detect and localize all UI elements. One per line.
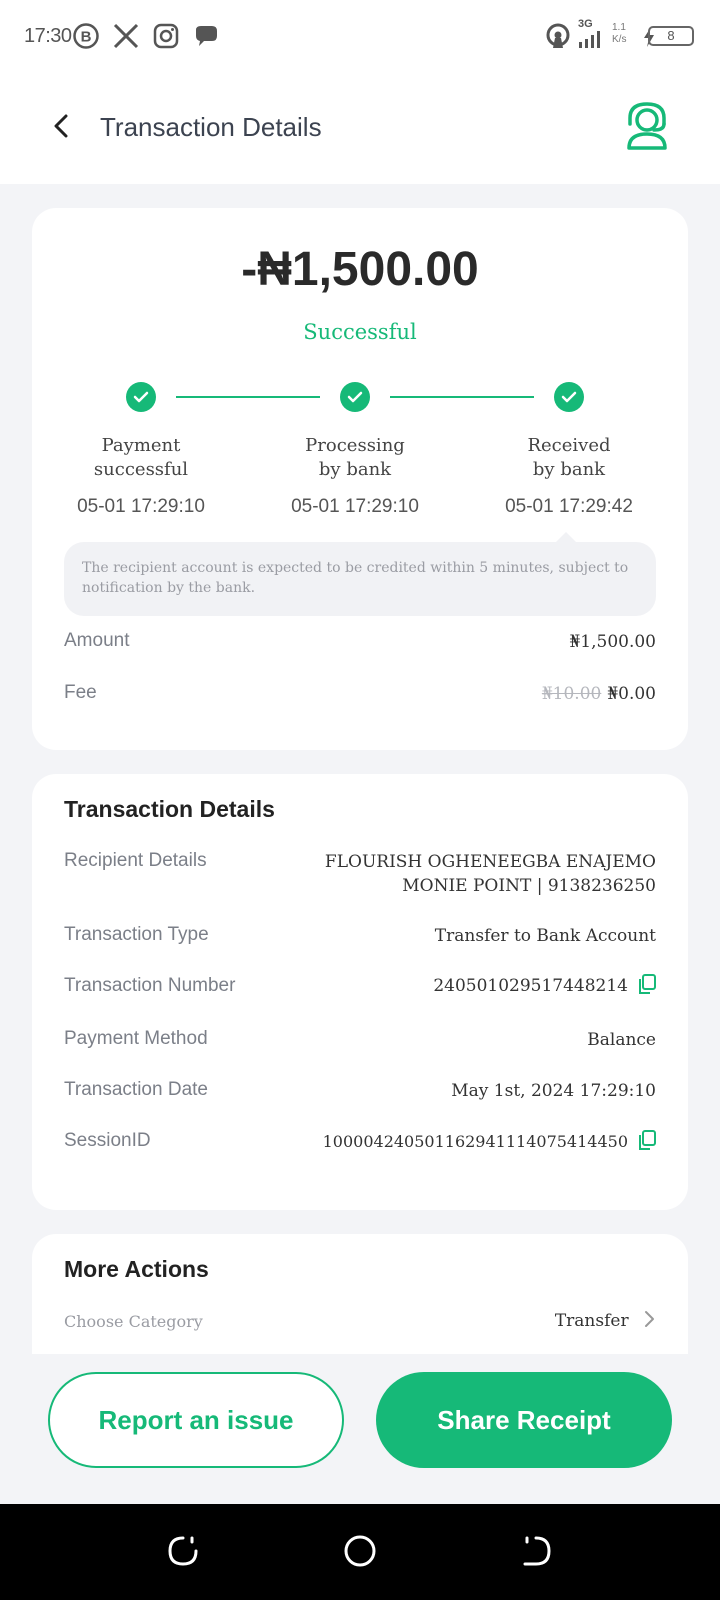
instagram-icon [153, 23, 179, 49]
method-label: Payment Method [64, 1028, 208, 1049]
copy-icon[interactable] [638, 974, 656, 994]
step-check-2 [340, 382, 370, 412]
chevron-left-icon[interactable] [44, 108, 80, 144]
date-label: Transaction Date [64, 1079, 208, 1100]
number-value-group: 240501029517448214 [433, 974, 656, 996]
signal-icon [579, 31, 600, 48]
step-time-2: 05-01 17:29:10 [291, 496, 419, 517]
recipient-value: FLOURISH OGHENEEGBA ENAJEMO MONIE POINT … [325, 850, 656, 898]
check-icon [347, 391, 363, 403]
page-title: Transaction Details [100, 112, 322, 142]
step-label-1: Payment successful [93, 435, 189, 480]
hotspot-icon [546, 23, 570, 48]
system-nav-bar [0, 1504, 720, 1600]
customer-service-icon[interactable] [624, 102, 670, 150]
share-receipt-button[interactable]: Share Receipt [376, 1372, 672, 1468]
transaction-summary-card: -₦1,500.00 Successful Payment successful… [32, 208, 688, 750]
network-speed: 1.1 K/s [612, 22, 627, 45]
type-label: Transaction Type [64, 924, 209, 945]
battery-icon: 8 [648, 26, 694, 46]
chat-icon [196, 26, 217, 46]
session-id: 100004240501162941114075414450 [322, 1132, 628, 1151]
step-label-2: Processing by bank [305, 435, 405, 480]
step-time-3: 05-01 17:29:42 [505, 496, 633, 517]
amount-label: Amount [64, 630, 130, 651]
b-icon: B [73, 23, 99, 49]
transaction-amount: -₦1,500.00 [241, 243, 479, 296]
note-pointer [556, 532, 576, 542]
credit-notice: The recipient account is expected to be … [64, 542, 656, 616]
fee-value-group: ₦10.00 ₦0.00 [542, 684, 656, 704]
step-check-3 [554, 382, 584, 412]
type-value: Transfer to Bank Account [434, 926, 656, 946]
step-connector-1 [176, 396, 320, 398]
date-value: May 1st, 2024 17:29:10 [451, 1081, 656, 1101]
recents-icon[interactable] [166, 1534, 200, 1568]
x-icon [113, 23, 139, 49]
more-actions-title: More Actions [64, 1256, 209, 1282]
check-icon [561, 391, 577, 403]
session-value-group: 100004240501162941114075414450 [323, 1130, 656, 1151]
fee-value: ₦0.00 [607, 684, 656, 704]
transaction-number: 240501029517448214 [433, 976, 628, 996]
number-label: Transaction Number [64, 975, 236, 996]
status-bar: 17:30 B 3G 1.1 K/s 8 [0, 0, 720, 72]
network-type: 3G [578, 18, 593, 30]
svg-text:B: B [81, 29, 92, 46]
category-label: Choose Category [64, 1312, 203, 1331]
category-value: Transfer [554, 1311, 629, 1331]
step-check-1 [126, 382, 156, 412]
step-label-3: Received by bank [527, 435, 611, 480]
transaction-details-card: Transaction Details Recipient Details FL… [32, 774, 688, 1210]
amount-value: ₦1,500.00 [569, 632, 656, 652]
app-header: Transaction Details [0, 72, 720, 184]
step-connector-2 [390, 396, 534, 398]
back-icon[interactable] [519, 1534, 553, 1568]
recipient-name: FLOURISH OGHENEEGBA ENAJEMO [324, 852, 656, 872]
fee-label: Fee [64, 682, 97, 703]
status-time: 17:30 [24, 25, 72, 47]
copy-icon[interactable] [638, 1130, 656, 1150]
method-value: Balance [587, 1030, 656, 1050]
fee-original: ₦10.00 [541, 684, 602, 704]
check-icon [133, 391, 149, 403]
recipient-label: Recipient Details [64, 850, 207, 871]
chevron-right-icon [645, 1311, 654, 1327]
home-icon[interactable] [343, 1534, 377, 1568]
step-time-1: 05-01 17:29:10 [77, 496, 205, 517]
report-issue-button[interactable]: Report an issue [48, 1372, 344, 1468]
details-title: Transaction Details [64, 796, 275, 822]
transaction-status: Successful [303, 320, 417, 344]
session-label: SessionID [64, 1130, 151, 1151]
category-select[interactable]: Transfer [555, 1310, 656, 1331]
more-actions-card: More Actions Choose Category Transfer [32, 1234, 688, 1354]
recipient-bank: MONIE POINT | 9138236250 [402, 876, 656, 896]
